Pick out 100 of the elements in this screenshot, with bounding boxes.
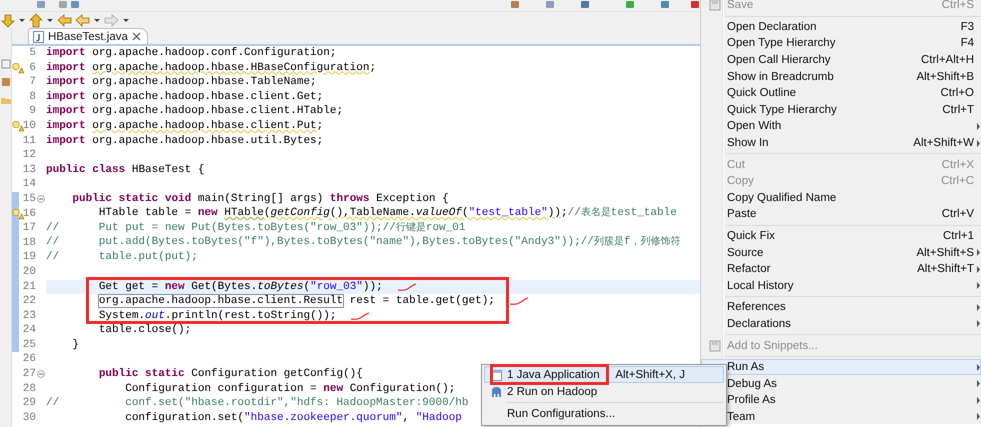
line-number: 27: [22, 367, 36, 382]
up-arrow-icon[interactable]: [29, 12, 43, 28]
code-line: import org.apache.hadoop.hbase.TableName;: [46, 75, 317, 90]
code-line: import org.apache.hadoop.hbase.client.Put;: [46, 118, 324, 134]
line-number: 22: [22, 294, 36, 309]
submenu-arrow-icon: [977, 304, 980, 311]
menu-item[interactable]: Show in Breadcrumb Alt+Shift+B: [701, 68, 981, 85]
menu-item[interactable]: Open Declaration F3: [701, 18, 981, 36]
submenu-arrow-icon: [977, 140, 980, 147]
line-number: 11: [22, 134, 36, 148]
keyboard-shortcut: Ctrl+C: [941, 175, 974, 188]
keyboard-shortcut: Ctrl+V: [942, 208, 974, 220]
line-number: 8: [29, 90, 36, 104]
code-line: // table.put(put);: [46, 250, 198, 265]
keyboard-shortcut: Alt+Shift+S: [916, 246, 974, 259]
code-line: public static Configuration getConfig(){: [98, 367, 363, 382]
back-arrow-icon[interactable]: [75, 12, 90, 28]
line-number: 20: [22, 264, 36, 280]
menu-item[interactable]: Paste Ctrl+V: [701, 206, 981, 223]
line-number: 19: [22, 250, 36, 265]
keyboard-shortcut: Ctrl+X: [942, 158, 974, 171]
menu-item[interactable]: Refactor Alt+Shift+T: [701, 260, 981, 278]
toolbar-icon[interactable]: [545, 1, 555, 9]
collapse-icon[interactable]: [37, 370, 45, 378]
left-arrow-icon[interactable]: [57, 12, 72, 28]
submenu-arrow-icon: [977, 396, 980, 404]
code-line: import org.apache.hadoop.hbase.HBaseConfiguration;: [46, 60, 376, 76]
menu-item[interactable]: Run As: [701, 358, 981, 376]
keyboard-shortcut: Alt+Shift+B: [916, 70, 974, 83]
line-number: 16: [22, 206, 36, 222]
document-icon: [708, 340, 720, 352]
menu-item[interactable]: Open With: [701, 118, 981, 135]
editor-tab[interactable]: HBaseTest.java: [28, 28, 148, 44]
menu-item[interactable]: Open Call Hierarchy Ctrl+Alt+H: [701, 52, 981, 68]
code-line: import org.apache.hadoop.conf.Configuration;: [46, 46, 336, 61]
submenu-arrow-icon: [977, 122, 980, 130]
code-line: Get get = new Get(Bytes.toBytes("row_03"));: [98, 280, 383, 294]
elephant-icon: [490, 386, 502, 398]
keyboard-shortcut: Ctrl+Alt+H: [920, 54, 974, 66]
menu-item[interactable]: Source Alt+Shift+S: [701, 244, 981, 261]
close-icon[interactable]: [132, 32, 141, 41]
collapse-icon[interactable]: [37, 195, 45, 204]
down-arrow-icon[interactable]: [1, 12, 15, 28]
code-line: public static void main(String[] args) throws Exception {: [71, 192, 449, 207]
code-line: import org.apache.hadoop.hbase.client.Get;: [46, 90, 324, 104]
code-line: // Put put = new Put(Bytes.toBytes("row_03"));//行键是row_01: [46, 220, 466, 236]
submenu-arrow-icon: [977, 320, 980, 328]
toolbar-icon[interactable]: [690, 1, 700, 9]
submenu-arrow-icon: [977, 364, 980, 371]
keyboard-shortcut: F3: [960, 20, 974, 33]
line-number: 9: [29, 104, 36, 119]
menu-item[interactable]: Quick Outline Ctrl+O: [701, 84, 981, 102]
line-number: 23: [22, 308, 36, 324]
keyboard-shortcut: Ctrl+O: [940, 87, 974, 100]
warning-lightbulb-icon[interactable]: [12, 62, 24, 74]
keyboard-shortcut: Ctrl+T: [942, 104, 974, 116]
keyboard-shortcut: F4: [960, 37, 974, 50]
code-line: public class HBaseTest {: [46, 162, 204, 178]
keyboard-shortcut: Alt+Shift+T: [917, 263, 974, 276]
toolbar-icon[interactable]: [510, 1, 520, 9]
menu-item[interactable]: Open Type Hierarchy F4: [701, 35, 981, 52]
keyboard-shortcut: Alt+Shift+W: [913, 137, 974, 150]
line-number: 7: [29, 75, 36, 90]
line-number: 5: [29, 46, 36, 61]
line-number: 10: [22, 118, 36, 134]
line-number: 12: [22, 148, 36, 163]
toolbar-icon[interactable]: [625, 1, 635, 9]
menu-item[interactable]: Quick Fix Ctrl+1: [701, 228, 981, 244]
line-number: 18: [22, 236, 36, 250]
submenu-arrow-icon: [977, 380, 980, 388]
toolbar-icon[interactable]: [660, 1, 670, 9]
keyboard-shortcut: Ctrl+1: [943, 230, 974, 242]
code-line: Configuration configuration = new Configuration();: [124, 382, 456, 396]
warning-lightbulb-icon[interactable]: [12, 120, 24, 132]
menu-item[interactable]: Local History: [701, 278, 981, 294]
code-line: }: [71, 338, 80, 352]
submenu-arrow-icon: [977, 413, 980, 420]
submenu-arrow-icon: [977, 266, 980, 273]
toolbar-icon[interactable]: [36, 1, 46, 9]
warning-lightbulb-icon[interactable]: [12, 208, 24, 220]
line-number: 21: [22, 280, 36, 294]
java-file-icon: [33, 30, 44, 42]
code-line: import org.apache.hadoop.hbase.util.Bytes;: [46, 134, 324, 148]
line-number: 26: [22, 352, 36, 368]
menu-item[interactable]: References: [701, 299, 981, 316]
code-line: org.apache.hadoop.hbase.client.Result rest = table.get(get);: [98, 294, 495, 309]
code-line: System.out.println(rest.toString());: [98, 308, 336, 324]
menu-item[interactable]: Show In Alt+Shift+W: [701, 134, 981, 152]
line-number: 14: [22, 177, 36, 192]
code-line: // conf.set("hbase.rootdir","hdfs: HadoopMaster:9000/hb: [46, 396, 468, 411]
menu-item[interactable]: 1 Java Application Alt+Shift+X, J: [484, 366, 724, 383]
line-number: 13: [22, 162, 36, 178]
code-line: configuration.set("hbase.zookeeper.quorum", "Hadoop: [124, 410, 462, 426]
toolbar-icon[interactable]: [580, 1, 590, 9]
line-number: 29: [22, 396, 36, 411]
menu-item[interactable]: Copy Qualified Name: [701, 190, 981, 206]
keyboard-shortcut: Ctrl+S: [942, 0, 974, 12]
menu-item[interactable]: Quick Type Hierarchy Ctrl+T: [701, 102, 981, 118]
code-line: import org.apache.hadoop.hbase.client.HTable;: [46, 104, 344, 119]
menu-item[interactable]: Declarations: [701, 316, 981, 332]
